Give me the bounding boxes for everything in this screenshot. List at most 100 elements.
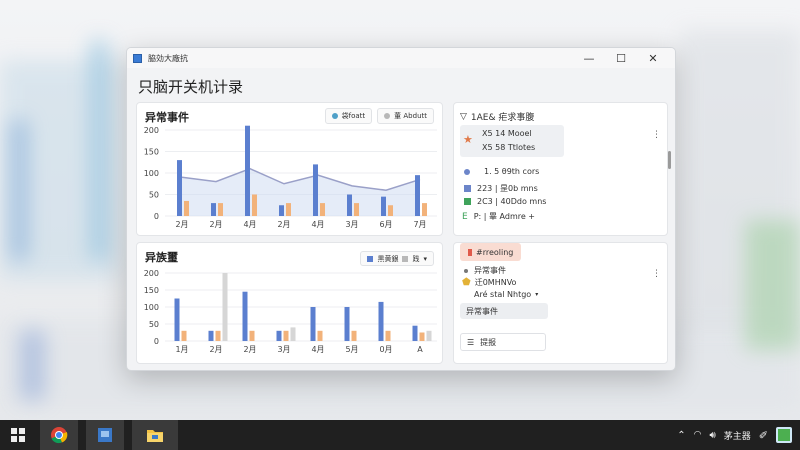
taskbar-app[interactable] bbox=[86, 420, 124, 450]
more-options-icon[interactable]: ⋮ bbox=[652, 130, 661, 140]
badge-text: #rreoling bbox=[476, 247, 514, 257]
y-tick-label: 50 bbox=[149, 191, 159, 200]
bar bbox=[344, 307, 350, 341]
todo-panel: ▽ 1AE& 疟求事腹 ★ X5 14 Mooel X5 58 Ttlotes … bbox=[453, 102, 671, 236]
app-icon bbox=[133, 53, 142, 63]
list-item-text: 异常事件 bbox=[474, 266, 506, 275]
list-item[interactable]: E P: | 畢 Admre + bbox=[462, 211, 535, 222]
y-tick-label: 0 bbox=[154, 212, 159, 221]
app-icon bbox=[98, 428, 112, 442]
bar bbox=[381, 196, 386, 216]
x-tick-label: 2月 bbox=[277, 220, 290, 229]
close-button[interactable]: ✕ bbox=[637, 48, 669, 68]
bar bbox=[184, 200, 189, 216]
y-tick-label: 50 bbox=[149, 320, 159, 329]
system-tray: ⌃ ◠ 🔊︎ 茅主器 ✐ bbox=[677, 420, 800, 450]
x-tick-label: 2月 bbox=[209, 345, 222, 354]
bar bbox=[422, 203, 427, 216]
button-label: 异常事件 bbox=[466, 306, 498, 316]
y-tick-label: 150 bbox=[144, 148, 159, 157]
bar bbox=[320, 203, 325, 216]
notification-icon[interactable]: ✐ bbox=[759, 429, 768, 442]
x-tick-label: 4月 bbox=[311, 220, 324, 229]
x-tick-label: 3月 bbox=[277, 345, 290, 354]
scrollbar[interactable] bbox=[668, 151, 671, 169]
list-item[interactable]: 异常事件 bbox=[464, 265, 506, 276]
y-tick-label: 0 bbox=[154, 337, 159, 346]
y-tick-label: 100 bbox=[144, 303, 159, 312]
list-item[interactable]: ⬟ 迁0MHNVo bbox=[462, 277, 516, 288]
warning-shield-icon: ⬟ bbox=[462, 277, 471, 288]
event-button[interactable]: 异常事件 bbox=[460, 303, 548, 319]
status-dot-icon bbox=[464, 185, 471, 192]
x-tick-label: 2月 bbox=[209, 220, 222, 229]
x-tick-label: 6月 bbox=[379, 220, 392, 229]
list-item-text: 2C3 | 40Ddo mns bbox=[477, 197, 547, 206]
list-item-text: P: | 畢 Admre + bbox=[473, 212, 536, 221]
page-title: 只脑开关机计录 bbox=[138, 78, 244, 96]
bar bbox=[385, 330, 391, 341]
widgets-icon[interactable] bbox=[776, 427, 792, 443]
list-item[interactable]: Aré stal Nhtgo ▾ bbox=[474, 290, 538, 299]
bar bbox=[351, 330, 357, 341]
list-item-text: 迁0MHNVo bbox=[474, 278, 517, 287]
bar bbox=[310, 307, 316, 341]
bar bbox=[279, 205, 284, 216]
title-bar: 脇効大廠抗 — ☐ ✕ bbox=[127, 48, 675, 68]
bar bbox=[347, 194, 352, 216]
green-tag-icon: E bbox=[462, 211, 468, 222]
list-item[interactable]: 223 | 昰0b mns bbox=[464, 183, 538, 194]
list-item-text: X5 58 Ttlotes bbox=[482, 143, 536, 152]
list-item[interactable]: ★ X5 14 Mooel X5 58 Ttlotes bbox=[460, 125, 564, 157]
todo-panel-title: 1AE& 疟求事腹 bbox=[470, 113, 535, 123]
bar bbox=[177, 160, 182, 216]
bar bbox=[249, 330, 255, 341]
report-button[interactable]: ☰ 提报 bbox=[460, 333, 546, 351]
x-tick-label: 2月 bbox=[175, 220, 188, 229]
bar bbox=[290, 327, 296, 341]
volume-icon[interactable]: 🔊︎ bbox=[709, 430, 715, 441]
bar bbox=[354, 203, 359, 216]
taskbar-chrome[interactable] bbox=[40, 420, 78, 450]
minimize-button[interactable]: — bbox=[573, 48, 605, 68]
network-icon[interactable]: ◠ bbox=[694, 430, 702, 440]
maximize-button[interactable]: ☐ bbox=[605, 48, 637, 68]
bar bbox=[426, 330, 432, 341]
bar bbox=[283, 330, 289, 341]
window-title: 脇効大廠抗 bbox=[148, 53, 188, 63]
bar bbox=[286, 203, 291, 216]
event-chart-card: 异常事件 袋foatt 董 Abdutt 0 50 100 150 200 2月 2月 4月 2… bbox=[136, 102, 443, 236]
stats-chart-card: 异族璽 黒黄銀 践 ▾ 0 50 100 150 200 1月 2月 2月 3月 4月 5月 0月 A bbox=[136, 242, 443, 364]
status-dot-icon bbox=[464, 198, 471, 205]
bar bbox=[208, 330, 214, 341]
taskbar: ⌃ ◠ 🔊︎ 茅主器 ✐ bbox=[0, 420, 800, 450]
bar bbox=[215, 330, 221, 341]
bar bbox=[412, 325, 418, 341]
menu-icon: ☰ bbox=[467, 337, 475, 347]
y-tick-label: 200 bbox=[144, 269, 159, 278]
x-tick-label: 0月 bbox=[379, 345, 392, 354]
bar bbox=[419, 332, 425, 341]
taskbar-file-explorer[interactable] bbox=[132, 420, 178, 450]
bar bbox=[415, 175, 420, 216]
list-item[interactable]: 2C3 | 40Ddo mns bbox=[464, 197, 546, 206]
status-badge: #rreoling bbox=[460, 243, 522, 261]
x-tick-label: 1月 bbox=[175, 345, 188, 354]
x-tick-label: 4月 bbox=[243, 220, 256, 229]
x-tick-label: 5月 bbox=[345, 345, 358, 354]
incident-panel: #rreoling 异常事件 ⬟ 迁0MHNVo Aré stal Nhtgo … bbox=[453, 242, 668, 364]
bar bbox=[181, 330, 187, 341]
bar bbox=[313, 164, 318, 216]
bar bbox=[388, 205, 393, 216]
y-tick-label: 200 bbox=[144, 126, 159, 135]
chevron-up-icon[interactable]: ⌃ bbox=[677, 430, 685, 441]
start-button[interactable] bbox=[0, 420, 36, 450]
list-item-text: X5 14 Mooel bbox=[482, 129, 532, 138]
clock[interactable]: 茅主器 bbox=[724, 429, 751, 442]
bar bbox=[174, 298, 180, 341]
list-item[interactable]: 1. 5 θ9th cors bbox=[464, 167, 539, 176]
more-options-icon[interactable]: ⋮ bbox=[652, 269, 661, 279]
stats-bar-chart: 0 50 100 150 200 1月 2月 2月 3月 4月 5月 0月 A bbox=[144, 269, 437, 354]
flag-icon bbox=[468, 248, 472, 256]
bar bbox=[245, 125, 250, 216]
